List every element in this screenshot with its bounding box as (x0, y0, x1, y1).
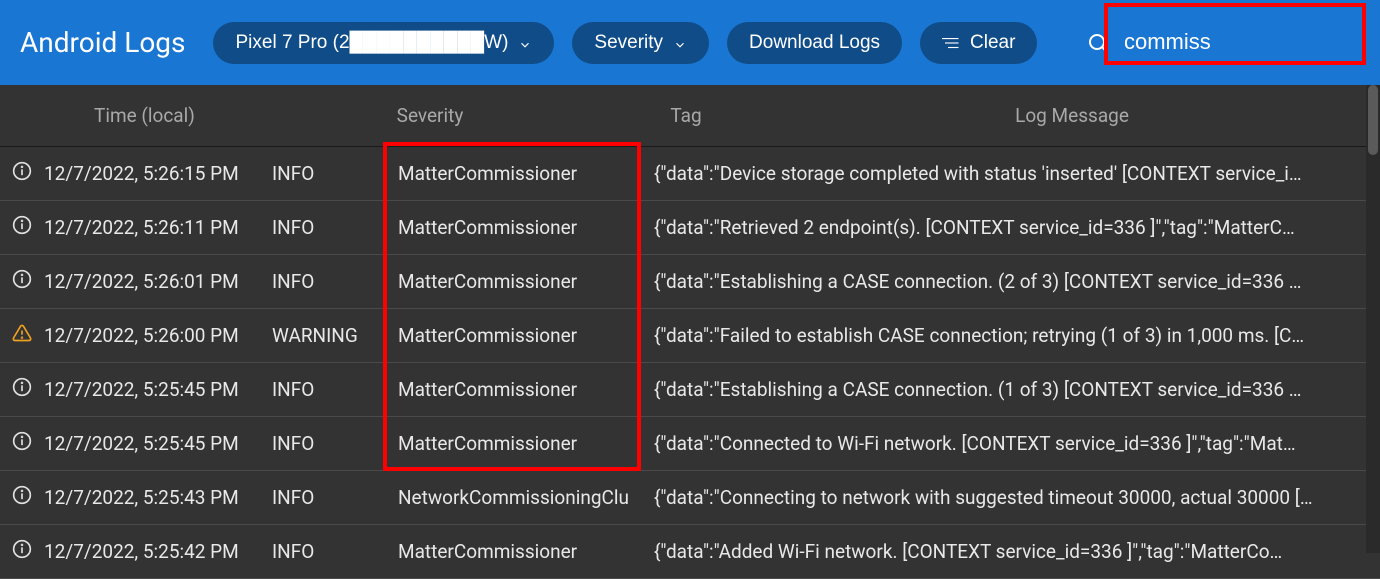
chevron-down-icon (673, 36, 687, 50)
row-severity: INFO (272, 540, 398, 563)
search-input[interactable] (1120, 23, 1360, 62)
row-message: {"data":"Failed to establish CASE connec… (654, 324, 1380, 347)
row-time: 12/7/2022, 5:26:11 PM (44, 216, 272, 239)
col-tag-header: Tag (508, 104, 764, 127)
row-icon-cell (0, 215, 44, 240)
table-header: Time (local) Severity Tag Log Message (0, 85, 1380, 147)
search-icon (1086, 31, 1110, 55)
row-time: 12/7/2022, 5:25:42 PM (44, 540, 272, 563)
table-row[interactable]: 12/7/2022, 5:26:15 PMINFOMatterCommissio… (0, 147, 1380, 201)
row-time: 12/7/2022, 5:25:45 PM (44, 378, 272, 401)
clear-icon (942, 36, 960, 50)
clear-button[interactable]: Clear (920, 22, 1037, 64)
info-icon (12, 431, 32, 456)
table-row[interactable]: 12/7/2022, 5:26:11 PMINFOMatterCommissio… (0, 201, 1380, 255)
row-tag: MatterCommissioner (398, 216, 654, 239)
row-tag: MatterCommissioner (398, 378, 654, 401)
rows-container: 12/7/2022, 5:26:15 PMINFOMatterCommissio… (0, 147, 1380, 579)
row-message: {"data":"Retrieved 2 endpoint(s). [CONTE… (654, 216, 1380, 239)
severity-filter[interactable]: Severity (572, 22, 709, 64)
device-label: Pixel 7 Pro (2██████████W) (235, 32, 508, 54)
row-tag: MatterCommissioner (398, 540, 654, 563)
row-icon-cell (0, 431, 44, 456)
row-severity: INFO (272, 378, 398, 401)
row-icon-cell (0, 323, 44, 348)
row-icon-cell (0, 269, 44, 294)
row-tag: NetworkCommissioningClu (398, 486, 654, 509)
table-row[interactable]: 12/7/2022, 5:26:00 PMWARNINGMatterCommis… (0, 309, 1380, 363)
search-container (1086, 23, 1360, 62)
row-severity: INFO (272, 432, 398, 455)
header-bar: Android Logs Pixel 7 Pro (2██████████W) … (0, 0, 1380, 85)
col-message-header: Log Message (764, 104, 1380, 127)
info-icon (12, 485, 32, 510)
row-message: {"data":"Added Wi-Fi network. [CONTEXT s… (654, 540, 1380, 563)
info-icon (12, 539, 32, 564)
row-severity: INFO (272, 270, 398, 293)
row-tag: MatterCommissioner (398, 324, 654, 347)
row-message: {"data":"Establishing a CASE connection.… (654, 270, 1380, 293)
row-icon-cell (0, 539, 44, 564)
info-icon (12, 161, 32, 186)
chevron-down-icon (518, 36, 532, 50)
download-label: Download Logs (749, 32, 880, 54)
col-time-header: Time (local) (44, 104, 272, 127)
row-icon-cell (0, 485, 44, 510)
scrollbar-thumb[interactable] (1368, 85, 1378, 155)
info-icon (12, 215, 32, 240)
row-severity: INFO (272, 162, 398, 185)
download-logs-button[interactable]: Download Logs (727, 22, 902, 64)
row-time: 12/7/2022, 5:26:15 PM (44, 162, 272, 185)
row-message: {"data":"Device storage completed with s… (654, 162, 1380, 185)
scrollbar[interactable] (1366, 85, 1380, 553)
severity-label: Severity (594, 32, 663, 54)
row-icon-cell (0, 161, 44, 186)
row-time: 12/7/2022, 5:26:01 PM (44, 270, 272, 293)
table-row[interactable]: 12/7/2022, 5:26:01 PMINFOMatterCommissio… (0, 255, 1380, 309)
row-icon-cell (0, 377, 44, 402)
table-row[interactable]: 12/7/2022, 5:25:45 PMINFOMatterCommissio… (0, 363, 1380, 417)
page-title: Android Logs (20, 26, 185, 59)
row-time: 12/7/2022, 5:25:43 PM (44, 486, 272, 509)
warning-icon (12, 323, 32, 348)
row-severity: WARNING (272, 324, 398, 347)
table-row[interactable]: 12/7/2022, 5:25:43 PMINFONetworkCommissi… (0, 471, 1380, 525)
col-severity-header: Severity (272, 104, 508, 127)
table-row[interactable]: 12/7/2022, 5:25:45 PMINFOMatterCommissio… (0, 417, 1380, 471)
row-severity: INFO (272, 486, 398, 509)
info-icon (12, 377, 32, 402)
info-icon (12, 269, 32, 294)
row-message: {"data":"Connected to Wi-Fi network. [CO… (654, 432, 1380, 455)
row-time: 12/7/2022, 5:26:00 PM (44, 324, 272, 347)
row-message: {"data":"Establishing a CASE connection.… (654, 378, 1380, 401)
clear-label: Clear (970, 32, 1015, 54)
row-message: {"data":"Connecting to network with sugg… (654, 486, 1380, 509)
row-severity: INFO (272, 216, 398, 239)
table-row[interactable]: 12/7/2022, 5:25:42 PMINFOMatterCommissio… (0, 525, 1380, 579)
device-selector[interactable]: Pixel 7 Pro (2██████████W) (213, 22, 554, 64)
row-tag: MatterCommissioner (398, 270, 654, 293)
log-table: Time (local) Severity Tag Log Message 12… (0, 85, 1380, 579)
row-tag: MatterCommissioner (398, 162, 654, 185)
row-tag: MatterCommissioner (398, 432, 654, 455)
row-time: 12/7/2022, 5:25:45 PM (44, 432, 272, 455)
